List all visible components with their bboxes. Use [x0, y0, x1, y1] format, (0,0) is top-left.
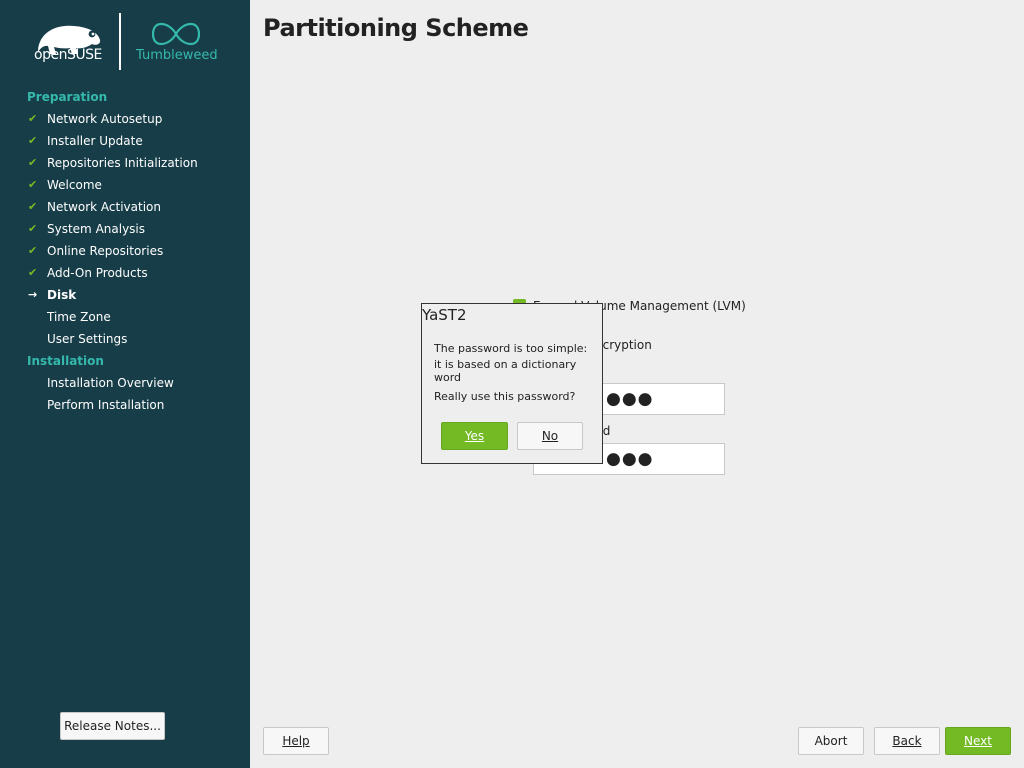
dialog-message-line1: The password is too simple:	[434, 342, 588, 355]
step-label: Disk	[47, 288, 77, 302]
step-item: ✔ Welcome	[0, 174, 250, 196]
check-icon: ✔	[28, 244, 38, 257]
infinity-icon	[151, 22, 201, 46]
no-button[interactable]: No	[517, 422, 583, 450]
step-item: ✔ Repositories Initialization	[0, 152, 250, 174]
sidebar: openSUSE Tumbleweed Preparation ✔ Network …	[0, 0, 250, 768]
step-label: Time Zone	[47, 310, 111, 324]
help-label: Help	[282, 734, 310, 748]
step-item: ✔ Add-On Products	[0, 262, 250, 284]
password-warning-dialog: YaST2 The password is too simple: it is …	[421, 303, 603, 464]
abort-button[interactable]: Abort	[798, 727, 864, 755]
check-icon: ✔	[28, 200, 38, 213]
step-item: User Settings	[0, 328, 250, 350]
back-label: Back	[892, 734, 922, 748]
install-steps: Preparation ✔ Network Autosetup ✔ Installer …	[0, 86, 250, 416]
pending-icon	[28, 394, 42, 416]
yes-label: Yes	[464, 429, 485, 443]
pending-icon	[28, 328, 42, 350]
step-item: ✔ System Analysis	[0, 218, 250, 240]
step-label: Perform Installation	[47, 398, 165, 412]
page-title: Partitioning Scheme	[263, 14, 529, 42]
next-button[interactable]: Next	[945, 727, 1011, 755]
step-label: User Settings	[47, 332, 128, 346]
next-label: Next	[964, 734, 992, 748]
step-item: Time Zone	[0, 306, 250, 328]
check-icon: ✔	[28, 222, 38, 235]
logo-divider	[119, 13, 121, 70]
step-item: ✔ Online Repositories	[0, 240, 250, 262]
abort-label: Abort	[814, 734, 848, 748]
check-icon: ✔	[28, 156, 38, 169]
step-label: Welcome	[47, 178, 102, 192]
dialog-message-line2: it is based on a dictionary word	[434, 358, 577, 384]
step-item: Perform Installation	[0, 394, 250, 416]
release-notes-label: Release Notes...	[64, 719, 161, 733]
help-button[interactable]: Help	[263, 727, 329, 755]
opensuse-wordmark: openSUSE	[34, 47, 102, 63]
step-label: System Analysis	[47, 222, 146, 236]
verify-password-value: ●●●	[606, 449, 654, 469]
step-item: Installation Overview	[0, 372, 250, 394]
pending-icon	[28, 372, 42, 394]
step-label: Network Autosetup	[47, 112, 163, 126]
check-icon: ✔	[28, 266, 38, 279]
section-heading: Preparation	[27, 90, 108, 104]
dialog-title: YaST2	[422, 306, 467, 324]
no-label: No	[541, 429, 559, 443]
step-item: ✔ Network Autosetup	[0, 108, 250, 130]
password-value: ●●●	[606, 389, 654, 409]
step-label: Repositories Initialization	[47, 156, 198, 170]
dialog-question: Really use this password?	[434, 390, 576, 403]
step-label: Online Repositories	[47, 244, 164, 258]
tumbleweed-wordmark: Tumbleweed	[136, 48, 218, 63]
step-item: ✔ Network Activation	[0, 196, 250, 218]
back-button[interactable]: Back	[874, 727, 940, 755]
brand-logo: openSUSE Tumbleweed	[0, 0, 250, 80]
encryption-label: ncryption	[595, 338, 652, 352]
check-icon: ✔	[28, 178, 38, 191]
check-icon: ✔	[28, 112, 38, 125]
release-notes-button[interactable]: Release Notes...	[60, 712, 165, 740]
step-label: Installer Update	[47, 134, 143, 148]
step-item: → Disk	[0, 284, 250, 306]
step-label: Add-On Products	[47, 266, 148, 280]
yes-button[interactable]: Yes	[441, 422, 508, 450]
section-heading: Installation	[27, 354, 104, 368]
step-label: Installation Overview	[47, 376, 174, 390]
check-icon: ✔	[28, 134, 38, 147]
pending-icon	[28, 306, 42, 328]
step-label: Network Activation	[47, 200, 161, 214]
arrow-right-icon: →	[28, 288, 38, 301]
step-item: ✔ Installer Update	[0, 130, 250, 152]
